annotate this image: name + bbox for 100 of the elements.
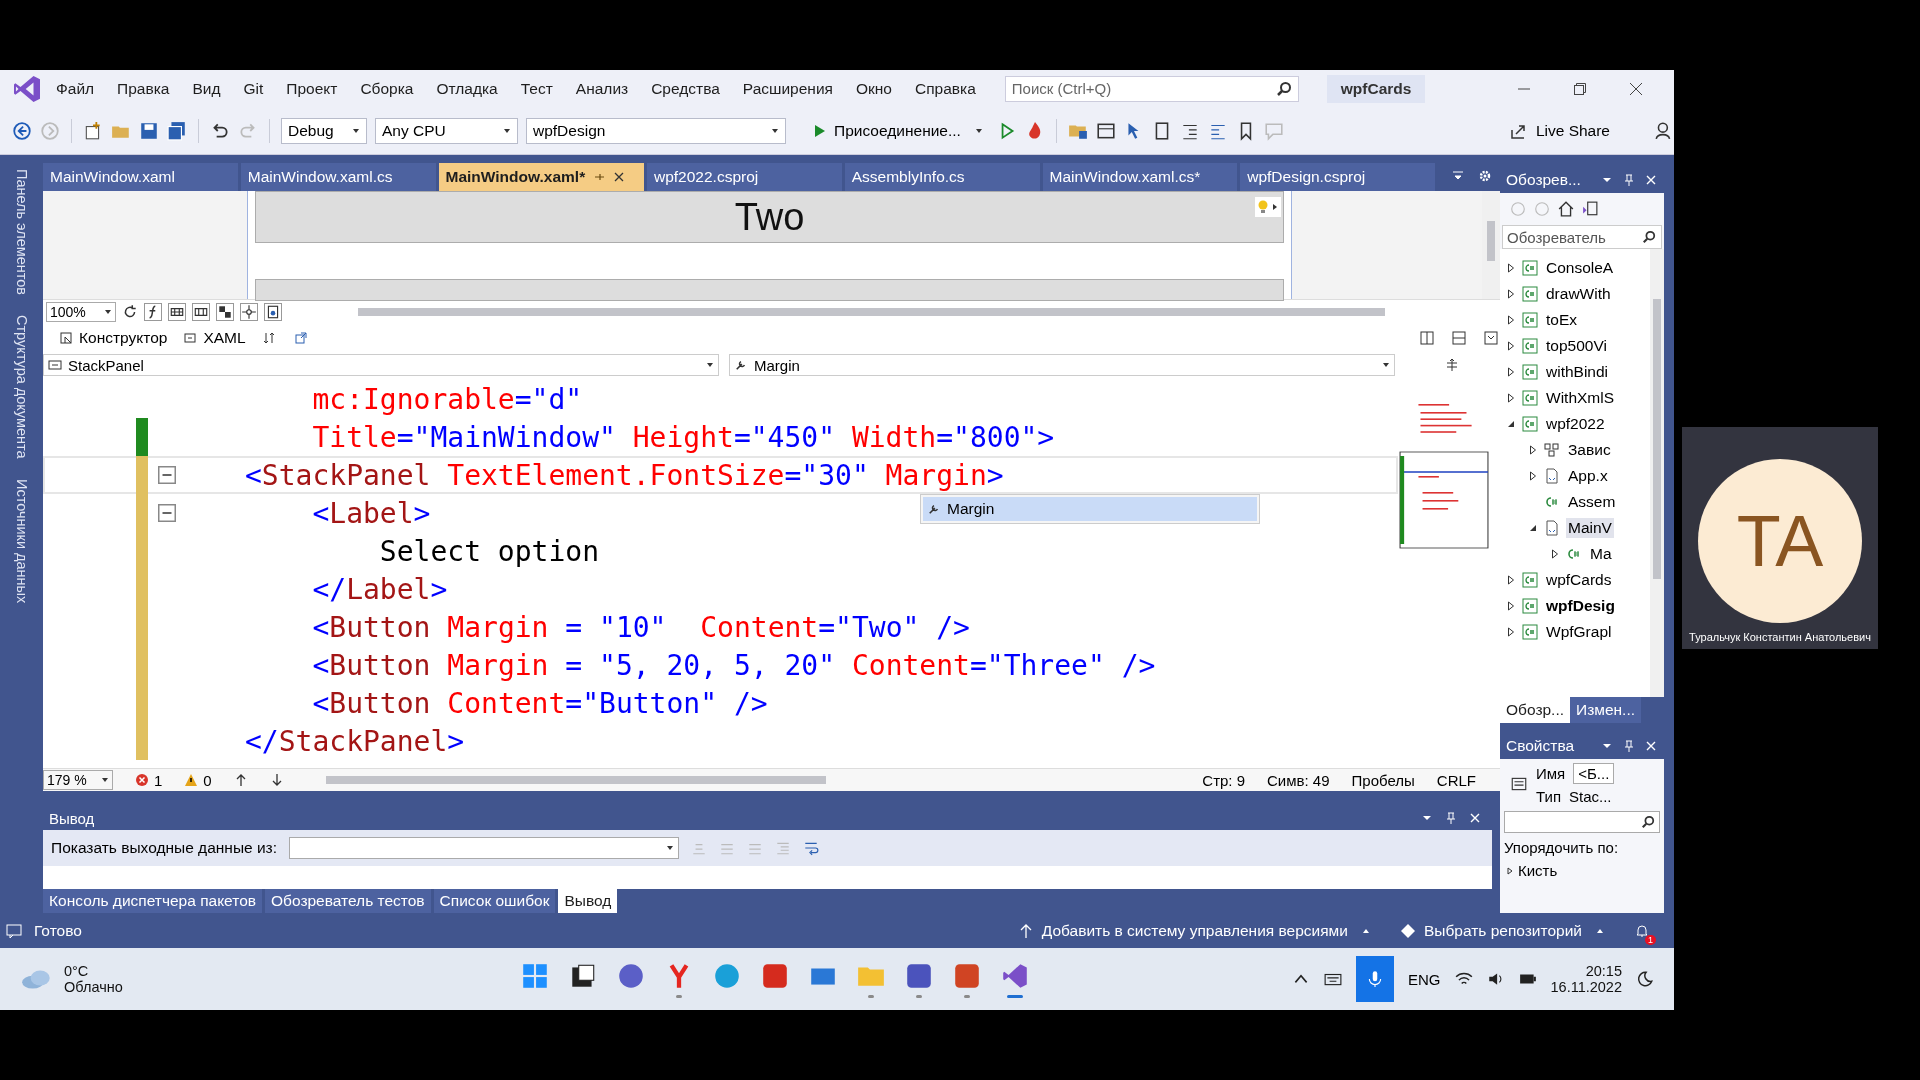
new-item-icon[interactable] bbox=[83, 120, 103, 141]
menu-item[interactable]: Сборка bbox=[360, 79, 414, 98]
pin-icon[interactable] bbox=[593, 171, 606, 183]
settings-icon[interactable] bbox=[1478, 169, 1492, 183]
close-icon[interactable] bbox=[1628, 80, 1644, 97]
repository-button[interactable]: Выбрать репозиторий bbox=[1399, 921, 1604, 940]
preview-button[interactable]: Two bbox=[255, 191, 1284, 243]
split-vertical-icon[interactable] bbox=[1420, 331, 1434, 345]
restore-icon[interactable] bbox=[1572, 80, 1588, 97]
collapse-icon[interactable] bbox=[158, 466, 176, 484]
document-tab[interactable]: wpfDesign.csproj bbox=[1240, 163, 1435, 191]
close-icon[interactable] bbox=[1468, 811, 1482, 825]
live-share-button[interactable]: Live Share bbox=[1503, 120, 1616, 141]
menu-item[interactable]: Файл bbox=[56, 79, 95, 98]
popout-icon[interactable] bbox=[293, 331, 308, 345]
grid-icon[interactable] bbox=[168, 303, 186, 321]
pin-icon[interactable] bbox=[1444, 811, 1458, 825]
lightbulb-button[interactable] bbox=[1255, 197, 1281, 217]
autocomplete-item[interactable]: Margin bbox=[923, 497, 1257, 521]
menu-item[interactable]: Отладка bbox=[436, 79, 498, 98]
solution-icon[interactable] bbox=[1582, 201, 1598, 217]
collapsed-arrow-icon[interactable] bbox=[1506, 393, 1516, 403]
collapse-icon[interactable] bbox=[158, 504, 176, 522]
vertical-scrollbar[interactable] bbox=[1650, 249, 1664, 697]
error-count[interactable]: 1 bbox=[135, 771, 163, 789]
panel-tab[interactable]: Консоль диспетчера пакетов bbox=[43, 889, 262, 913]
snap-icon[interactable] bbox=[240, 303, 258, 321]
panel-tab[interactable]: Обозреватель тестов bbox=[265, 889, 431, 913]
document-tab[interactable]: MainWindow.xaml* bbox=[438, 163, 644, 191]
document-tab[interactable]: MainWindow.xaml.cs* bbox=[1042, 163, 1238, 191]
save-all-icon[interactable] bbox=[167, 120, 187, 141]
save-icon[interactable] bbox=[139, 120, 159, 141]
menu-item[interactable]: Анализ bbox=[575, 79, 629, 98]
close-icon[interactable] bbox=[613, 171, 626, 183]
column-number[interactable]: Симв: 49 bbox=[1267, 771, 1330, 789]
collapsed-arrow-icon[interactable] bbox=[1506, 289, 1516, 299]
platform-dropdown[interactable]: Any CPU bbox=[375, 117, 518, 144]
menu-item[interactable]: Средства bbox=[651, 79, 720, 98]
menu-item[interactable]: Git bbox=[243, 79, 264, 98]
microphone-button[interactable] bbox=[1356, 956, 1394, 1002]
side-tab[interactable]: Источники данных bbox=[13, 478, 30, 603]
tree-item[interactable]: MainV bbox=[1566, 518, 1614, 538]
tree-item[interactable]: Ma bbox=[1588, 544, 1614, 564]
moon-icon[interactable] bbox=[1636, 970, 1654, 988]
tree-item[interactable]: withBindi bbox=[1544, 362, 1611, 382]
tree-item[interactable]: drawWith bbox=[1544, 284, 1613, 304]
configuration-dropdown[interactable]: Debug bbox=[281, 117, 367, 144]
member-dropdown[interactable]: Margin bbox=[729, 354, 1395, 376]
menu-item[interactable]: Тест bbox=[520, 79, 553, 98]
side-tab[interactable]: Панель элементов bbox=[13, 169, 30, 295]
close-icon[interactable] bbox=[1644, 173, 1658, 187]
document-tab[interactable]: MainWindow.xaml bbox=[43, 163, 238, 191]
menu-item[interactable]: Правка bbox=[117, 79, 170, 98]
panel-tab[interactable]: Список ошибок bbox=[433, 889, 556, 913]
zoom-dropdown[interactable]: 179 % bbox=[43, 770, 113, 790]
bell-icon[interactable] bbox=[1634, 922, 1650, 939]
collapsed-arrow-icon[interactable] bbox=[1528, 471, 1538, 481]
view-tab[interactable]: XAML bbox=[183, 329, 246, 347]
tree-item[interactable]: Assem bbox=[1566, 492, 1618, 512]
pin-icon[interactable] bbox=[1622, 173, 1636, 187]
expanded-arrow-icon[interactable] bbox=[1506, 419, 1516, 429]
collapsed-arrow-icon[interactable] bbox=[1506, 367, 1516, 377]
search-field[interactable]: Обозреватель bbox=[1502, 225, 1662, 249]
warning-count[interactable]: 0 bbox=[184, 771, 212, 789]
function-icon[interactable] bbox=[144, 303, 162, 321]
element-dropdown[interactable]: StackPanel bbox=[43, 354, 719, 376]
collapsed-arrow-icon[interactable] bbox=[1506, 601, 1516, 611]
split-horizontal-icon[interactable] bbox=[1452, 331, 1466, 345]
zoom-dropdown[interactable]: 100% bbox=[46, 302, 116, 322]
search-field[interactable]: Поиск (Ctrl+Q) bbox=[1004, 75, 1299, 102]
menu-item[interactable]: Окно bbox=[855, 79, 892, 98]
property-category[interactable]: Кисть bbox=[1504, 862, 1660, 879]
startup-project-dropdown[interactable]: wpfDesign bbox=[526, 117, 786, 144]
name-field[interactable]: <Б... bbox=[1573, 763, 1615, 784]
panel-tab[interactable]: Вывод bbox=[558, 889, 618, 913]
tree-item[interactable]: WpfGrapl bbox=[1544, 622, 1614, 642]
menu-item[interactable]: Проект bbox=[286, 79, 338, 98]
clock-time[interactable]: 20:15 bbox=[1585, 963, 1622, 979]
collapsed-arrow-icon[interactable] bbox=[1506, 341, 1516, 351]
collapsed-arrow-icon[interactable] bbox=[1550, 549, 1560, 559]
search-field[interactable] bbox=[1504, 811, 1660, 833]
side-tab[interactable]: Структура документа bbox=[13, 315, 30, 459]
pin-icon[interactable] bbox=[1622, 739, 1636, 753]
swap-icon[interactable] bbox=[261, 331, 276, 345]
panel-tab[interactable]: Обозр... bbox=[1500, 697, 1571, 723]
tree-item[interactable]: App.x bbox=[1566, 466, 1610, 486]
expanded-arrow-icon[interactable] bbox=[1528, 523, 1538, 533]
back-icon[interactable] bbox=[12, 120, 32, 141]
tree-item[interactable]: ConsoleA bbox=[1544, 258, 1616, 278]
whitespace-mode[interactable]: Пробелы bbox=[1351, 771, 1415, 789]
tree-item[interactable]: top500Vi bbox=[1544, 336, 1609, 356]
clock-date[interactable]: 16.11.2022 bbox=[1550, 979, 1622, 995]
language-indicator[interactable]: ENG bbox=[1408, 970, 1441, 988]
line-number[interactable]: Стр: 9 bbox=[1202, 771, 1246, 789]
collapsed-arrow-icon[interactable] bbox=[1506, 575, 1516, 585]
menu-item[interactable]: Расширения bbox=[742, 79, 833, 98]
close-icon[interactable] bbox=[1644, 739, 1658, 753]
tree-item[interactable]: WithXmlS bbox=[1544, 388, 1617, 408]
collapsed-arrow-icon[interactable] bbox=[1506, 627, 1516, 637]
source-control-button[interactable]: Добавить в систему управления версиями bbox=[1017, 921, 1370, 940]
